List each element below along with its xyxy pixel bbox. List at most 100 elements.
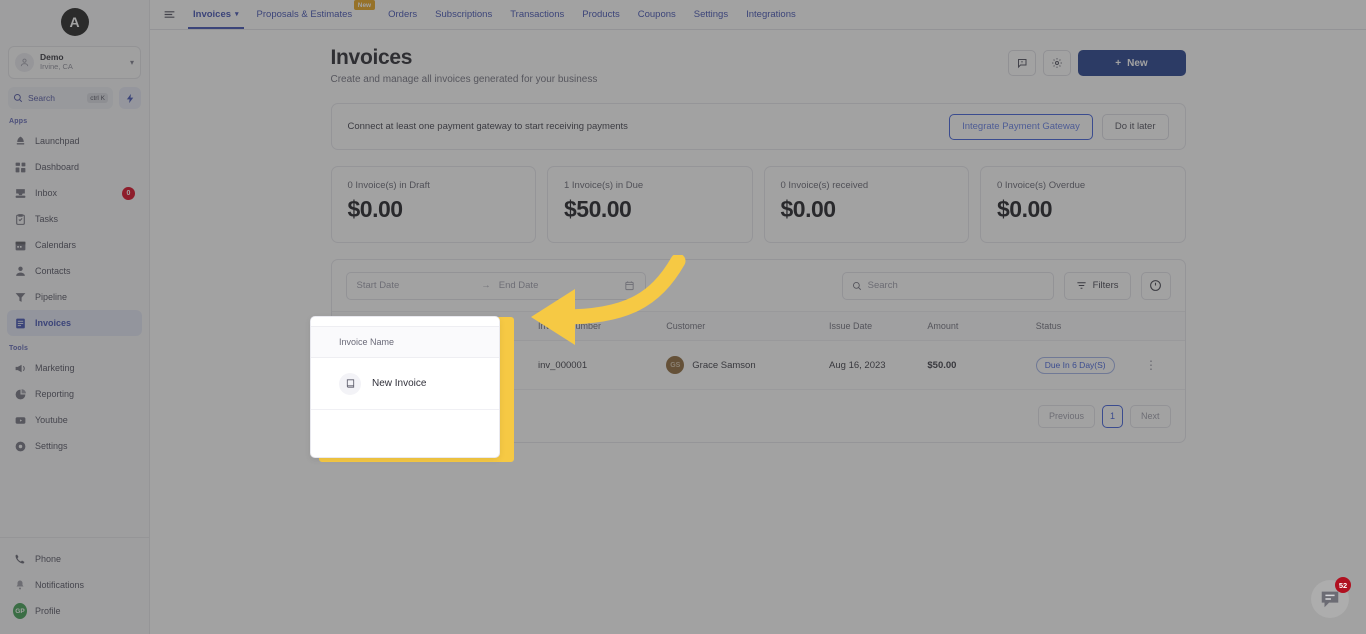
- tab-products[interactable]: Products: [573, 0, 629, 29]
- book-icon: [339, 372, 361, 395]
- settings-button[interactable]: [1042, 50, 1071, 76]
- sidebar-item-inbox[interactable]: Inbox 0: [7, 180, 142, 206]
- search-icon: [852, 281, 861, 290]
- new-badge: New: [353, 0, 376, 10]
- search-placeholder-text: Search: [867, 280, 898, 291]
- chat-widget[interactable]: 52: [1311, 577, 1351, 618]
- sidebar-item-youtube[interactable]: Youtube: [7, 407, 142, 433]
- video-icon: [13, 413, 27, 427]
- customer-name: Grace Samson: [692, 359, 756, 371]
- filter-icon: [1077, 282, 1086, 289]
- banner-text: Connect at least one payment gateway to …: [347, 121, 628, 132]
- quick-actions-button[interactable]: [119, 87, 141, 109]
- tab-orders[interactable]: Orders: [379, 0, 426, 29]
- stat-value: $0.00: [347, 196, 404, 222]
- tab-label: Transactions: [510, 8, 565, 20]
- refresh-icon: [1150, 280, 1161, 291]
- menu-toggle-button[interactable]: [158, 0, 180, 29]
- tab-integrations[interactable]: Integrations: [737, 0, 805, 29]
- refresh-button[interactable]: [1140, 271, 1171, 300]
- do-it-later-button[interactable]: Do it later: [1101, 113, 1169, 140]
- status-badge: Due In 6 Day(S): [1035, 356, 1115, 374]
- search-icon: [13, 93, 23, 103]
- sidebar-item-label: Settings: [35, 441, 68, 451]
- tab-subscriptions[interactable]: Subscriptions: [426, 0, 501, 29]
- sidebar-item-reporting[interactable]: Reporting: [7, 381, 142, 407]
- stat-label: 0 Invoice(s) in Draft: [347, 180, 430, 191]
- tab-proposals-estimates[interactable]: Proposals & Estimates New: [248, 0, 376, 29]
- sidebar-item-label: Youtube: [35, 415, 68, 425]
- previous-page-button[interactable]: Previous: [1037, 404, 1095, 428]
- search-input[interactable]: Search ctrl K: [8, 87, 113, 109]
- tab-transactions[interactable]: Transactions: [501, 0, 573, 29]
- page-subtitle: Create and manage all invoices generated…: [330, 74, 598, 85]
- filters-label: Filters: [1092, 280, 1119, 291]
- column-header-status[interactable]: Status: [1035, 311, 1146, 341]
- sidebar-item-calendars[interactable]: Calendars: [7, 232, 142, 258]
- tab-coupons[interactable]: Coupons: [629, 0, 685, 29]
- chevron-down-icon: ▾: [235, 11, 239, 18]
- stat-label: 0 Invoice(s) received: [780, 180, 869, 191]
- sidebar-item-label: Phone: [35, 554, 62, 564]
- sidebar-item-label: Invoices: [35, 318, 72, 328]
- stat-label: 0 Invoice(s) Overdue: [997, 180, 1086, 191]
- tab-label: Settings: [693, 8, 729, 20]
- sidebar-item-tasks[interactable]: Tasks: [7, 206, 142, 232]
- account-avatar-icon: [15, 53, 34, 72]
- header-actions: + New: [1007, 46, 1186, 76]
- sidebar-item-marketing[interactable]: Marketing: [7, 355, 142, 381]
- calendar-icon: [13, 238, 27, 252]
- cell-issue-date: Aug 16, 2023: [829, 340, 928, 390]
- sidebar-item-invoices[interactable]: Invoices: [7, 310, 142, 336]
- sidebar-item-profile[interactable]: GP Profile: [7, 598, 142, 624]
- clipboard-icon: [13, 212, 27, 226]
- next-page-button[interactable]: Next: [1129, 404, 1171, 428]
- hamburger-icon: [164, 10, 174, 18]
- new-invoice-button[interactable]: + New: [1077, 50, 1186, 76]
- stat-label: 1 Invoice(s) in Due: [564, 180, 644, 191]
- sidebar-item-phone[interactable]: Phone: [7, 546, 142, 572]
- tab-label: Orders: [388, 8, 418, 20]
- page-number-button[interactable]: 1: [1101, 404, 1123, 428]
- sidebar-item-label: Reporting: [35, 389, 75, 399]
- table-search-input[interactable]: Search: [841, 271, 1054, 300]
- bell-icon: [13, 578, 27, 592]
- tab-settings[interactable]: Settings: [685, 0, 737, 29]
- column-header-amount[interactable]: Amount: [927, 311, 1036, 341]
- stat-card-received: 0 Invoice(s) received $0.00: [763, 166, 969, 243]
- phone-icon: [13, 552, 27, 566]
- column-header-issue-date[interactable]: Issue Date: [829, 311, 928, 341]
- page-title: Invoices: [330, 46, 413, 69]
- sidebar-item-pipeline[interactable]: Pipeline: [7, 284, 142, 310]
- inbox-icon: [13, 186, 27, 200]
- funnel-icon: [13, 290, 27, 304]
- feedback-button[interactable]: [1007, 50, 1036, 76]
- sidebar-group-tools-label: Tools: [9, 345, 29, 352]
- sidebar-item-contacts[interactable]: Contacts: [7, 258, 142, 284]
- grid-icon: [13, 160, 27, 174]
- column-header-actions: [1145, 311, 1185, 341]
- tab-invoices[interactable]: Invoices ▾: [184, 0, 248, 29]
- pie-chart-icon: [13, 387, 27, 401]
- sidebar: A Demo Irvine, CA ▾ Search ctrl K Apps L…: [0, 0, 150, 634]
- sidebar-item-label: Launchpad: [35, 136, 80, 146]
- integrate-payment-gateway-button[interactable]: Integrate Payment Gateway: [949, 113, 1093, 140]
- app-logo[interactable]: A: [0, 0, 149, 44]
- sidebar-item-dashboard[interactable]: Dashboard: [7, 154, 142, 180]
- cell-actions: ⋮: [1145, 340, 1185, 390]
- popup-invoice-row[interactable]: New Invoice: [311, 358, 499, 410]
- table-toolbar: Start Date → End Date Search Filters: [332, 260, 1185, 311]
- sidebar-item-settings[interactable]: Settings: [7, 433, 142, 459]
- gear-icon: [13, 439, 27, 453]
- stat-card-draft: 0 Invoice(s) in Draft $0.00: [330, 166, 536, 243]
- person-icon: [13, 264, 27, 278]
- range-arrow-icon: →: [481, 280, 491, 291]
- sidebar-item-launchpad[interactable]: Launchpad: [7, 128, 142, 154]
- new-button-label: New: [1127, 57, 1148, 69]
- row-menu-icon[interactable]: ⋮: [1145, 358, 1158, 372]
- sidebar-search-row: Search ctrl K: [8, 87, 141, 109]
- account-switcher[interactable]: Demo Irvine, CA ▾: [8, 46, 141, 79]
- sidebar-item-notifications[interactable]: Notifications: [7, 572, 142, 598]
- filters-button[interactable]: Filters: [1063, 271, 1131, 300]
- start-date-input[interactable]: Start Date: [357, 280, 474, 291]
